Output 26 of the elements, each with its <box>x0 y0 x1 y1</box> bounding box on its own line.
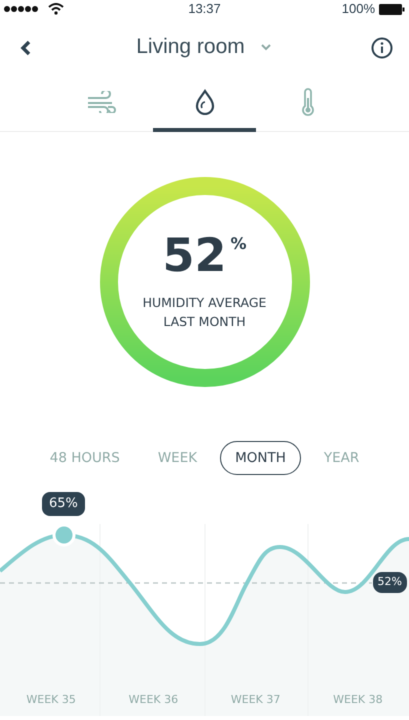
drop-icon <box>194 89 216 115</box>
week-label: WEEK 36 <box>128 692 180 708</box>
period-tab[interactable]: YEAR <box>308 440 374 476</box>
humidity-value: 52 <box>162 232 226 278</box>
room-title: Living room <box>136 34 245 60</box>
period-tab[interactable]: MONTH <box>220 440 301 476</box>
wind-icon <box>86 91 118 113</box>
thermometer-icon <box>300 88 314 116</box>
battery-icon <box>379 4 405 14</box>
week-label: WEEK 38 <box>332 692 384 708</box>
value-tooltip: 65% <box>42 492 85 516</box>
period-tab[interactable]: 48 HOURS <box>34 440 135 476</box>
info-button[interactable] <box>371 35 393 59</box>
status-time: 13:37 <box>187 0 222 18</box>
back-icon <box>20 40 32 56</box>
period-tab[interactable]: WEEK <box>142 440 212 476</box>
week-label: WEEK 37 <box>230 692 282 708</box>
gauge-caption: HUMIDITY AVERAGE LAST MONTH <box>142 294 268 331</box>
battery-percentage: 100% <box>342 0 375 18</box>
signal-icon <box>4 5 40 13</box>
data-point-marker[interactable] <box>52 524 76 546</box>
week-label: WEEK 35 <box>25 692 77 708</box>
info-icon <box>371 36 393 59</box>
percent-unit: % <box>230 233 247 256</box>
chevron-down-icon <box>260 44 271 52</box>
wifi-icon <box>48 3 64 15</box>
